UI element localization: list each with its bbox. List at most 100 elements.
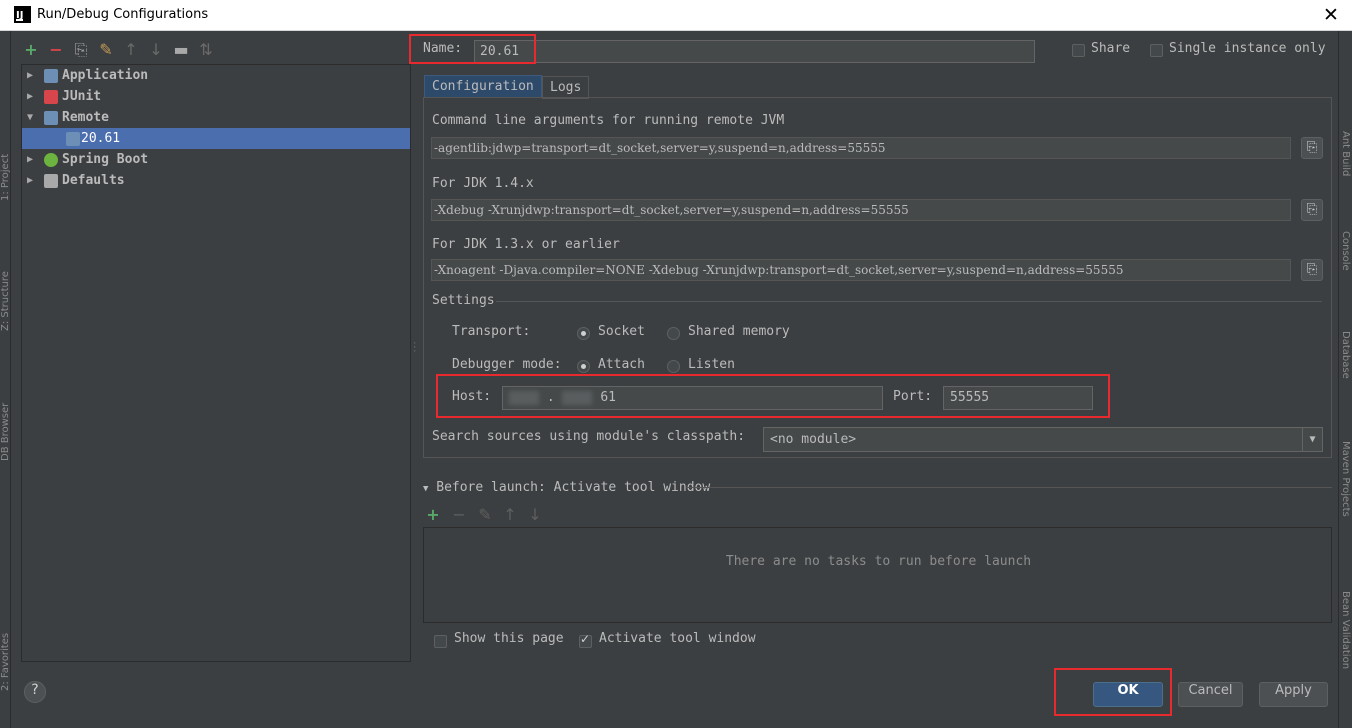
folder-icon[interactable]: ▬ bbox=[172, 40, 190, 60]
defaults-wrench-icon bbox=[44, 174, 58, 188]
jdk13-label: For JDK 1.3.x or earlier bbox=[432, 237, 620, 252]
transport-socket-radio[interactable] bbox=[577, 327, 590, 340]
tab-configuration[interactable]: Configuration bbox=[424, 75, 542, 98]
copy-clipboard-icon[interactable]: ⎘ bbox=[1301, 137, 1323, 159]
share-checkbox[interactable] bbox=[1072, 44, 1085, 57]
apply-button[interactable]: Apply bbox=[1259, 682, 1328, 707]
debugger-mode-label: Debugger mode: bbox=[452, 357, 562, 372]
move-task-down-icon[interactable]: ↓ bbox=[526, 505, 544, 525]
shared-memory-label: Shared memory bbox=[688, 324, 790, 339]
tree-item-label: Remote bbox=[62, 110, 109, 125]
maven-projects-tool-label[interactable]: Maven Projects bbox=[1340, 441, 1351, 517]
remove-task-icon[interactable]: − bbox=[450, 505, 468, 525]
settings-separator bbox=[496, 301, 1322, 302]
jdk14-label: For JDK 1.4.x bbox=[432, 176, 534, 191]
edit-task-icon[interactable]: ✎ bbox=[476, 505, 494, 525]
intellij-app-icon: IJ bbox=[14, 6, 31, 23]
console-tool-label[interactable]: Console bbox=[1340, 231, 1351, 271]
expand-icon[interactable]: ▶ bbox=[24, 86, 36, 107]
show-this-page-label: Show this page bbox=[454, 631, 564, 646]
settings-label: Settings bbox=[432, 293, 495, 308]
ok-highlight-box bbox=[1054, 668, 1172, 716]
tree-item-junit[interactable]: ▶ JUnit bbox=[22, 86, 410, 107]
tree-item-defaults[interactable]: ▶ Defaults bbox=[22, 170, 410, 191]
classpath-label: Search sources using module's classpath: bbox=[432, 429, 746, 444]
move-up-icon[interactable]: ↑ bbox=[122, 40, 140, 60]
sort-icon[interactable]: ⇅ bbox=[197, 40, 215, 60]
tree-item-label: Defaults bbox=[62, 173, 125, 188]
before-launch-task-list[interactable]: There are no tasks to run before launch bbox=[423, 527, 1332, 623]
title-bar: IJ Run/Debug Configurations ✕ bbox=[0, 0, 1352, 31]
application-icon bbox=[44, 69, 58, 83]
configuration-tree: ▶ Application ▶ JUnit ▼ Remote 20.61 ▶ S… bbox=[21, 64, 411, 662]
add-icon[interactable]: + bbox=[22, 40, 40, 60]
copy-clipboard-icon[interactable]: ⎘ bbox=[1301, 259, 1323, 281]
collapse-icon[interactable]: ▼ bbox=[24, 107, 36, 128]
chevron-down-icon[interactable]: ▼ bbox=[1302, 428, 1322, 451]
single-instance-label: Single instance only bbox=[1169, 41, 1326, 56]
structure-tool-label[interactable]: Z: Structure bbox=[0, 271, 11, 331]
collapse-triangle-icon[interactable]: ▼ bbox=[423, 484, 428, 494]
splitter-handle[interactable]: · · · bbox=[412, 340, 417, 357]
listen-label: Listen bbox=[688, 357, 735, 372]
tree-item-20-61[interactable]: 20.61 bbox=[22, 128, 410, 149]
share-label: Share bbox=[1091, 41, 1131, 56]
before-launch-label: Before launch: Activate tool window bbox=[436, 480, 711, 495]
close-icon[interactable]: ✕ bbox=[1320, 3, 1342, 27]
remote-icon bbox=[44, 111, 58, 125]
module-classpath-select[interactable]: <no module> ▼ bbox=[763, 427, 1323, 452]
expand-icon[interactable]: ▶ bbox=[24, 149, 36, 170]
tree-item-application[interactable]: ▶ Application bbox=[22, 65, 410, 86]
cmd-args-label: Command line arguments for running remot… bbox=[432, 113, 785, 128]
cmd-args-field[interactable]: -agentlib:jdwp=transport=dt_socket,serve… bbox=[431, 137, 1291, 159]
left-tool-strip: 1: Project Z: Structure DB Browser 2: Fa… bbox=[0, 31, 11, 728]
module-select-value: <no module> bbox=[770, 432, 857, 447]
single-instance-checkbox[interactable] bbox=[1150, 44, 1163, 57]
move-down-icon[interactable]: ↓ bbox=[147, 40, 165, 60]
config-toolbar: + − ⎘ ✎ ↑ ↓ ▬ ⇅ bbox=[22, 40, 222, 62]
name-highlight-box bbox=[409, 34, 536, 64]
spring-boot-icon bbox=[44, 153, 58, 167]
show-this-page-checkbox[interactable] bbox=[434, 635, 447, 648]
debugger-listen-radio[interactable] bbox=[667, 360, 680, 373]
jdk14-field[interactable]: -Xdebug -Xrunjdwp:transport=dt_socket,se… bbox=[431, 199, 1291, 221]
activate-tool-window-label: Activate tool window bbox=[599, 631, 756, 646]
attach-label: Attach bbox=[598, 357, 645, 372]
junit-icon bbox=[44, 90, 58, 104]
socket-label: Socket bbox=[598, 324, 645, 339]
transport-shared-memory-radio[interactable] bbox=[667, 327, 680, 340]
before-launch-toolbar: + − ✎ ↑ ↓ bbox=[424, 505, 564, 525]
jdk13-field[interactable]: -Xnoagent -Djava.compiler=NONE -Xdebug -… bbox=[431, 259, 1291, 281]
tree-item-label: 20.61 bbox=[81, 131, 121, 146]
tree-item-remote[interactable]: ▼ Remote bbox=[22, 107, 410, 128]
copy-clipboard-icon[interactable]: ⎘ bbox=[1301, 199, 1323, 221]
database-tool-label[interactable]: Database bbox=[1340, 331, 1351, 379]
expand-icon[interactable]: ▶ bbox=[24, 65, 36, 86]
tree-item-label: JUnit bbox=[62, 89, 102, 104]
window-title: Run/Debug Configurations bbox=[37, 7, 209, 22]
tab-logs[interactable]: Logs bbox=[542, 76, 590, 99]
transport-label: Transport: bbox=[452, 324, 531, 339]
project-tool-label[interactable]: 1: Project bbox=[0, 154, 11, 201]
tree-item-label: Spring Boot bbox=[62, 152, 149, 167]
favorites-tool-label[interactable]: 2: Favorites bbox=[0, 633, 11, 691]
remove-icon[interactable]: − bbox=[47, 40, 65, 60]
debugger-attach-radio[interactable] bbox=[577, 360, 590, 373]
before-launch-separator bbox=[686, 487, 1332, 488]
add-task-icon[interactable]: + bbox=[424, 505, 442, 525]
bean-validation-tool-label[interactable]: Bean Validation bbox=[1340, 591, 1351, 669]
tree-item-spring-boot[interactable]: ▶ Spring Boot bbox=[22, 149, 410, 170]
wrench-icon[interactable]: ✎ bbox=[97, 40, 115, 60]
right-tool-strip: Ant Build Console Database Maven Project… bbox=[1338, 31, 1352, 728]
copy-icon[interactable]: ⎘ bbox=[72, 40, 90, 60]
before-launch-header[interactable]: ▼ Before launch: Activate tool window bbox=[423, 480, 710, 495]
activate-tool-window-checkbox[interactable] bbox=[579, 632, 592, 648]
help-icon[interactable]: ? bbox=[24, 681, 46, 703]
db-browser-tool-label[interactable]: DB Browser bbox=[0, 403, 11, 461]
name-input[interactable]: 20.61 bbox=[474, 40, 1035, 63]
move-task-up-icon[interactable]: ↑ bbox=[501, 505, 519, 525]
ant-build-tool-label[interactable]: Ant Build bbox=[1340, 131, 1351, 176]
expand-icon[interactable]: ▶ bbox=[24, 170, 36, 191]
empty-tasks-text: There are no tasks to run before launch bbox=[725, 554, 1032, 569]
cancel-button[interactable]: Cancel bbox=[1178, 682, 1243, 707]
